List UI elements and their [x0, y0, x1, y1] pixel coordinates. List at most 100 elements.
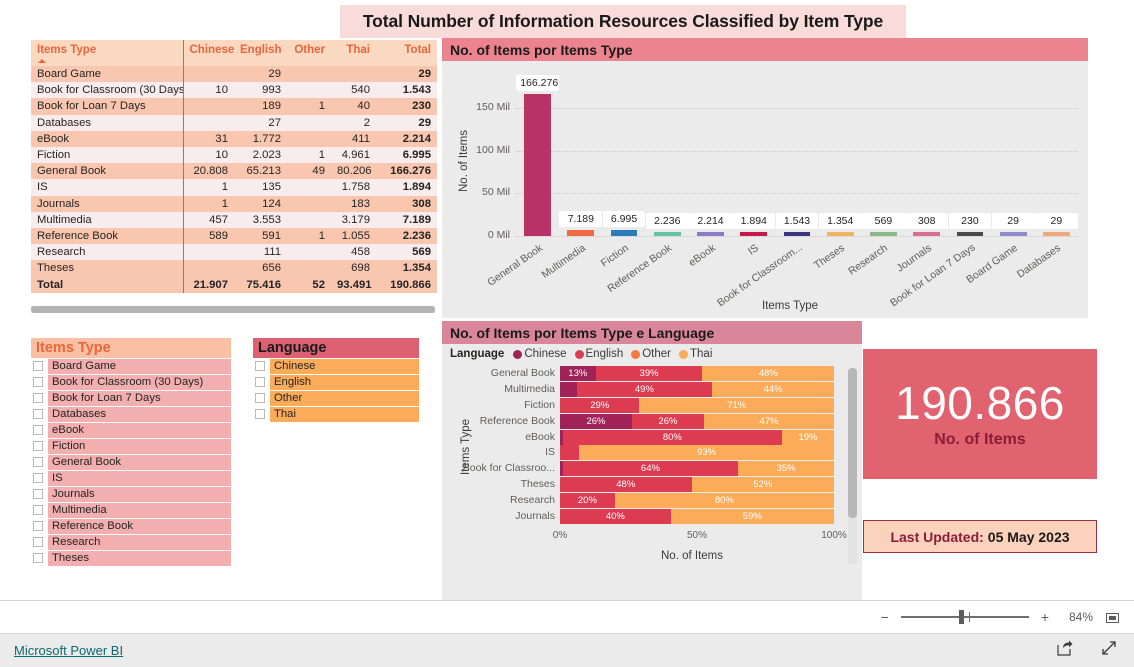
stacked-bar-segment[interactable]: 47%: [703, 413, 834, 429]
stacked-bar-segment[interactable]: 48%: [560, 477, 692, 492]
column-bar[interactable]: [1042, 232, 1070, 236]
table-row[interactable]: eBook 31 1.772 411 2.214: [31, 130, 437, 147]
stacked-bar-segment[interactable]: [560, 445, 580, 461]
column-bar[interactable]: [653, 232, 681, 236]
table-row[interactable]: Journals 1 124 183 308: [31, 195, 437, 212]
slicer-language-item[interactable]: English: [253, 374, 419, 390]
table-row[interactable]: Book for Classroom (30 Days) 10 993 540 1.54…: [31, 82, 437, 99]
slicer-items-type-item[interactable]: IS: [31, 470, 231, 486]
checkbox-icon[interactable]: [255, 393, 265, 403]
stacked-bar-segment[interactable]: 35%: [738, 461, 834, 477]
zoom-in-button[interactable]: +: [1041, 609, 1049, 625]
checkbox-icon[interactable]: [33, 553, 43, 563]
share-icon[interactable]: [1056, 639, 1074, 662]
matrix-col-total[interactable]: Total: [376, 40, 437, 66]
stacked-bar-segment[interactable]: 13%: [560, 366, 596, 382]
column-bar[interactable]: [567, 229, 595, 236]
scrollbar-thumb[interactable]: [31, 306, 435, 313]
stacked-bar-row[interactable]: 29% 71%: [560, 398, 834, 413]
column-bar[interactable]: [999, 232, 1027, 236]
stacked-bar-row[interactable]: 80% 19%: [560, 429, 834, 445]
stacked-bar-segment[interactable]: 19%: [781, 429, 834, 445]
stacked-bar-segment[interactable]: 26%: [560, 413, 632, 429]
stacked-bar-segment[interactable]: 71%: [639, 398, 834, 413]
column-bar[interactable]: [524, 94, 551, 236]
stacked-chart-vertical-scrollbar[interactable]: [848, 368, 857, 564]
checkbox-icon[interactable]: [33, 409, 43, 419]
column-bar[interactable]: [740, 232, 768, 236]
table-row[interactable]: Theses 656 698 1.354: [31, 260, 437, 277]
stacked-bar-segment[interactable]: 59%: [670, 508, 834, 524]
checkbox-icon[interactable]: [33, 537, 43, 547]
zoom-slider[interactable]: [900, 610, 1029, 624]
stacked-bar-segment[interactable]: 80%: [562, 429, 782, 445]
column-bar[interactable]: [870, 232, 897, 236]
table-row[interactable]: Board Game 29 29: [31, 66, 437, 83]
column-bar[interactable]: [826, 232, 854, 236]
stacked-bar-segment[interactable]: 39%: [595, 366, 703, 382]
column-bar[interactable]: [783, 232, 811, 236]
column-bar[interactable]: [697, 232, 724, 236]
table-row[interactable]: Reference Book 589 591 1 1.055 2.236: [31, 227, 437, 245]
table-row[interactable]: Multimedia 457 3.553 3.179 7.189: [31, 211, 437, 228]
slicer-language[interactable]: Language Chinese English Other Thai: [253, 338, 419, 448]
slicer-language-item[interactable]: Thai: [253, 406, 419, 422]
table-row[interactable]: Research 111 458 569: [31, 244, 437, 261]
table-row[interactable]: Databases 27 2 29: [31, 114, 437, 131]
fullscreen-icon[interactable]: [1100, 639, 1118, 662]
microsoft-power-bi-link[interactable]: Microsoft Power BI: [14, 643, 123, 658]
zoom-slider-thumb[interactable]: [958, 610, 964, 624]
checkbox-icon[interactable]: [33, 361, 43, 371]
stacked-bar-segment[interactable]: 44%: [712, 382, 834, 398]
stacked-bar-segment[interactable]: 64%: [562, 461, 739, 477]
slicer-items-type-item[interactable]: eBook: [31, 422, 231, 438]
stacked-bar-row[interactable]: 13% 39% 48%: [560, 366, 834, 382]
stacked-bar-segment[interactable]: 49%: [576, 382, 713, 398]
stacked-bar-segment[interactable]: 80%: [614, 492, 834, 508]
stacked-bar-segment[interactable]: 26%: [631, 413, 704, 429]
checkbox-icon[interactable]: [33, 457, 43, 467]
slicer-items-type-item[interactable]: Multimedia: [31, 502, 231, 518]
kpi-card-no-of-items[interactable]: 190.866 No. of Items: [863, 349, 1097, 479]
checkbox-icon[interactable]: [33, 473, 43, 483]
matrix-visual[interactable]: Items Type Chinese English Other Thai To…: [31, 40, 437, 295]
checkbox-icon[interactable]: [33, 441, 43, 451]
stacked-bar-row[interactable]: 49% 44%: [560, 382, 834, 398]
stacked-bar-chart-visual[interactable]: No. of Items por Items Type e Language L…: [442, 321, 862, 600]
scrollbar-thumb[interactable]: [848, 368, 857, 518]
matrix-col-english[interactable]: English: [234, 40, 287, 66]
table-row[interactable]: IS 1 135 1.758 1.894: [31, 179, 437, 196]
stacked-bar-row[interactable]: 93%: [560, 445, 834, 461]
zoom-out-button[interactable]: −: [881, 609, 889, 625]
stacked-bar-segment[interactable]: 20%: [560, 492, 615, 508]
matrix-col-items-type[interactable]: Items Type: [31, 40, 183, 66]
slicer-items-type-item[interactable]: General Book: [31, 454, 231, 470]
checkbox-icon[interactable]: [33, 505, 43, 515]
stacked-bar-row[interactable]: 64% 35%: [560, 461, 834, 477]
slicer-items-type[interactable]: Items Type Board Game Book for Classroom …: [31, 338, 231, 573]
column-bar[interactable]: [956, 232, 984, 236]
stacked-bar-segment[interactable]: [560, 382, 577, 398]
column-chart-visual[interactable]: No. of Items por Items Type No. of Items…: [442, 38, 1088, 318]
stacked-bar-row[interactable]: 40% 59%: [560, 508, 834, 524]
matrix-col-thai[interactable]: Thai: [331, 40, 376, 66]
stacked-bar-segment[interactable]: 29%: [560, 398, 640, 413]
stacked-bar-row[interactable]: 20% 80%: [560, 492, 834, 508]
slicer-items-type-item[interactable]: Databases: [31, 406, 231, 422]
slicer-items-type-item[interactable]: Research: [31, 534, 231, 550]
slicer-items-type-item[interactable]: Theses: [31, 550, 231, 566]
checkbox-icon[interactable]: [255, 361, 265, 371]
slicer-items-type-item[interactable]: Book for Loan 7 Days: [31, 390, 231, 406]
matrix-col-other[interactable]: Other: [287, 40, 331, 66]
column-bar[interactable]: [610, 230, 638, 236]
checkbox-icon[interactable]: [33, 425, 43, 435]
slicer-language-item[interactable]: Other: [253, 390, 419, 406]
table-row[interactable]: Book for Loan 7 Days 189 1 40 230: [31, 98, 437, 115]
slicer-items-type-item[interactable]: Book for Classroom (30 Days): [31, 374, 231, 390]
slicer-language-item[interactable]: Chinese: [253, 358, 419, 374]
stacked-bar-row[interactable]: 48% 52%: [560, 477, 834, 492]
stacked-bar-segment[interactable]: 48%: [702, 366, 834, 382]
table-row[interactable]: Fiction 10 2.023 1 4.961 6.995: [31, 146, 437, 164]
checkbox-icon[interactable]: [33, 393, 43, 403]
stacked-bar-segment[interactable]: 40%: [560, 508, 671, 524]
